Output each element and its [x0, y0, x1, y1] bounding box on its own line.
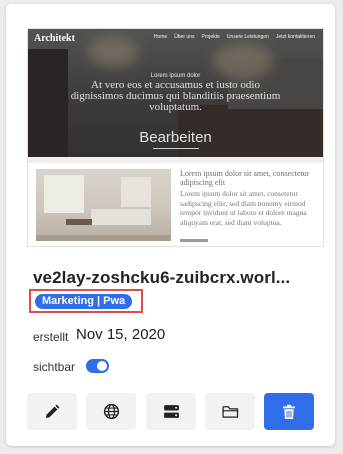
edit-overlay-label[interactable]: Bearbeiten — [28, 129, 323, 146]
visibility-label: sichtbar — [33, 360, 76, 374]
preview-nav-item: Jetzt kontaktieren — [275, 34, 315, 40]
hosting-button[interactable] — [146, 393, 196, 430]
server-icon — [163, 405, 179, 418]
preview-nav-item: Home — [153, 34, 168, 40]
created-label: erstellt — [33, 330, 69, 344]
tag-highlight: Marketing | Pwa — [29, 289, 143, 313]
preview-nav-item: Unsere Leistungen — [226, 34, 269, 40]
preview-hero: Architekt Home Über uns Projekte Unsere … — [28, 29, 323, 157]
domain-button[interactable] — [86, 393, 136, 430]
toggle-knob — [97, 361, 107, 371]
website-card: Architekt Home Über uns Projekte Unsere … — [6, 4, 335, 446]
created-date: Nov 15, 2020 — [76, 326, 166, 343]
site-title[interactable]: ve2lay-zoshcku6-zuibcrx.worl... — [33, 268, 325, 288]
edit-button[interactable] — [27, 393, 77, 430]
delete-button[interactable] — [264, 393, 314, 430]
globe-icon — [103, 403, 119, 420]
visibility-toggle[interactable] — [86, 359, 109, 373]
preview-hero-headline: At vero eos et accusamus et iusto odio d… — [70, 79, 281, 113]
preview-lower-section: Lorem ipsum dolor sit amet, consectetur … — [28, 157, 323, 246]
folder-icon — [221, 406, 238, 418]
preview-nav-item: Projekte — [201, 34, 220, 40]
files-button[interactable] — [205, 393, 255, 430]
preview-room-image — [36, 169, 171, 241]
preview-nav-item: Über uns — [174, 34, 195, 40]
website-preview[interactable]: Architekt Home Über uns Projekte Unsere … — [27, 28, 324, 247]
category-tag[interactable]: Marketing | Pwa — [35, 294, 133, 309]
preview-section-body: Lorem ipsum dolor sit amet, consetetur s… — [180, 189, 307, 227]
preview-brand: Architekt — [34, 33, 75, 44]
preview-nav: Home Über uns Projekte Unsere Leistungen… — [154, 34, 315, 40]
trash-icon — [283, 404, 295, 419]
preview-section-title: Lorem ipsum dolor sit amet, consectetur … — [180, 169, 310, 187]
pencil-icon — [46, 404, 60, 418]
